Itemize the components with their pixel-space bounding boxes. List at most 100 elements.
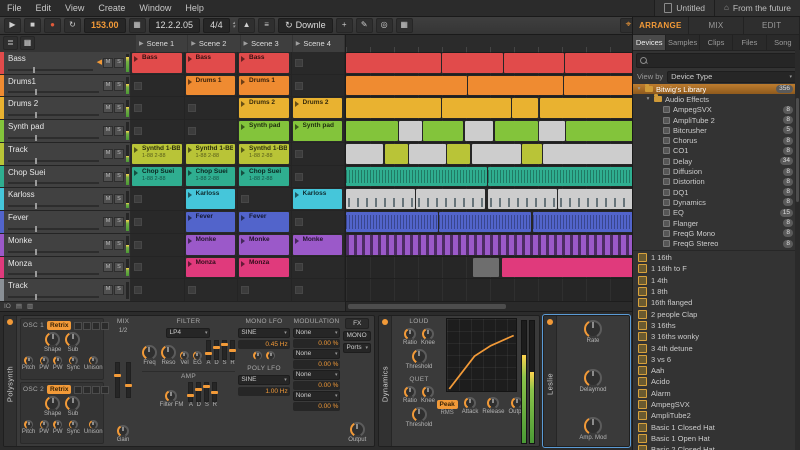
mute-button[interactable]: M [103, 285, 113, 296]
filter-mode-dropdown[interactable]: LP4 ▾ [166, 328, 211, 338]
tree-item-eq[interactable]: EQ 15 [633, 208, 800, 218]
r-slider[interactable] [228, 340, 236, 360]
arrangement-clip[interactable] [557, 189, 634, 210]
mute-button[interactable]: M [103, 239, 113, 250]
browser-tab-samples[interactable]: Samples [666, 35, 700, 50]
clip-slot[interactable]: Drums 2 [291, 97, 345, 120]
mod-amount-value[interactable]: 0.00 % [292, 360, 341, 369]
track-header[interactable]: Track M S [0, 279, 131, 302]
track-volume-slider[interactable] [8, 112, 99, 119]
arrangement-clip[interactable] [384, 143, 408, 164]
tempo-display[interactable]: 153.00 [84, 17, 126, 33]
browser-tab-clips[interactable]: Clips [700, 35, 734, 50]
window-tab-from-the-future[interactable]: ⌂ From the future [714, 0, 800, 16]
solo-button[interactable]: S [114, 194, 124, 205]
mod-amount-value[interactable]: 0.00 % [292, 381, 341, 390]
file-item-2-people-clap[interactable]: 2 people Clap [633, 308, 800, 319]
pitch-knob[interactable] [24, 356, 34, 365]
session-clip[interactable]: Drums 2 [292, 98, 342, 119]
arrangement-clip[interactable] [439, 212, 532, 232]
track-header[interactable]: Monke M S [0, 233, 131, 256]
osc2-waveform-selector[interactable] [74, 385, 110, 394]
tree-item-flanger[interactable]: Flanger 8 [633, 218, 800, 228]
solo-button[interactable]: S [114, 148, 124, 159]
poly-lfo-rate[interactable]: 1.00 Hz [238, 387, 290, 396]
arrangement-clip[interactable] [346, 143, 384, 164]
clip-slot[interactable] [291, 211, 345, 233]
track-header[interactable]: Drums1 M S [0, 74, 131, 97]
clip-slot[interactable] [291, 256, 345, 279]
track-header[interactable]: Track M S [0, 142, 131, 165]
menu-help[interactable]: Help [178, 3, 211, 13]
arrangement-clip[interactable] [423, 121, 464, 141]
session-clip[interactable]: Synth pad [239, 121, 289, 141]
vel-knob[interactable] [179, 351, 189, 360]
track-header[interactable]: Monza M S [0, 256, 131, 279]
arrangement-clip[interactable] [442, 98, 512, 119]
a-slider[interactable] [204, 340, 212, 360]
device-leslie[interactable]: Leslie Rate Delaymod Amp. Mod [542, 314, 631, 448]
clip-slot[interactable]: Monke [238, 233, 292, 256]
file-item-3-vs-6[interactable]: 3 vs 6 [633, 354, 800, 365]
file-item-3-4th-detune[interactable]: 3 4th detune [633, 342, 800, 353]
search-box[interactable] [636, 53, 797, 68]
solo-button[interactable]: S [114, 103, 124, 114]
solo-button[interactable]: S [114, 57, 124, 68]
file-item-1-4th[interactable]: 1 4th [633, 275, 800, 286]
output-knob[interactable] [349, 422, 365, 437]
file-item-ampegsvx[interactable]: AmpegSVX [633, 399, 800, 410]
scene-header-scene-1[interactable]: ▶ Scene 1 [136, 34, 188, 52]
loop-button[interactable]: ↻ [64, 17, 81, 33]
osc1-preset-chip[interactable]: Retrix [47, 321, 72, 330]
session-clip[interactable]: Karloss [185, 189, 235, 210]
file-item-16th-flanged[interactable]: 16th flanged [633, 297, 800, 308]
arrangement-clip[interactable] [346, 121, 398, 141]
session-clip[interactable]: Fever [239, 212, 289, 232]
arrangement-clip[interactable] [487, 189, 557, 210]
solo-button[interactable]: S [114, 80, 124, 91]
session-clip[interactable]: Monke [292, 234, 342, 255]
track-volume-slider[interactable] [8, 180, 99, 187]
sync-knob[interactable] [68, 356, 78, 365]
d-slider[interactable] [195, 382, 203, 402]
arrangement-clip[interactable] [447, 143, 471, 164]
horizontal-scrollbar[interactable] [346, 301, 634, 311]
record-mode-icon[interactable]: ◎ [375, 17, 393, 33]
d-slider[interactable] [212, 340, 220, 360]
track-volume-slider[interactable] [8, 134, 99, 141]
clip-slot[interactable]: Monza [184, 256, 238, 279]
arrangement-clip[interactable] [346, 75, 467, 96]
release-knob[interactable] [487, 397, 500, 409]
unison-knob[interactable] [88, 420, 98, 429]
arrangement-clip[interactable] [538, 121, 565, 141]
arrangement-clip[interactable] [521, 143, 542, 164]
mod-amount-value[interactable]: 0.00 % [292, 402, 341, 411]
session-clip[interactable]: Monke [185, 234, 235, 255]
grid-icon[interactable]: ▦ [128, 17, 146, 33]
browser-scrollbar[interactable] [795, 50, 800, 450]
arrangement-clip[interactable] [539, 98, 634, 119]
mute-button[interactable]: M [103, 80, 113, 91]
session-clip[interactable]: Karloss [292, 189, 342, 210]
filter-fm-knob[interactable] [165, 390, 178, 402]
io-toggle-icon[interactable]: ▤ [16, 302, 22, 311]
clip-slot[interactable]: Chop Suei 1-88 2-88 [131, 165, 185, 188]
session-clip[interactable]: Chop Suei 1-88 2-88 [185, 166, 235, 187]
arrangement-clip[interactable] [472, 257, 499, 278]
grid-view-icon[interactable]: ▦ [20, 36, 35, 50]
s-slider[interactable] [203, 382, 211, 402]
tree-item-ampegsvx[interactable]: AmpegSVX 8 [633, 105, 800, 115]
clip-slot[interactable] [131, 97, 185, 120]
signature-stepper[interactable]: ▴ ▾ [233, 21, 236, 30]
tree-item-co1[interactable]: CO1 8 [633, 146, 800, 156]
track-header[interactable]: Chop Suei M S [0, 165, 131, 188]
mod-source-dropdown[interactable]: None ▾ [292, 370, 341, 380]
mute-button[interactable]: M [103, 262, 113, 273]
arrangement-clip[interactable] [566, 121, 634, 141]
clip-slot[interactable] [131, 233, 185, 256]
track-volume-slider[interactable] [8, 248, 99, 255]
clip-slot[interactable] [131, 256, 185, 279]
clip-slot[interactable] [184, 120, 238, 142]
track-header[interactable]: Karloss M S [0, 188, 131, 211]
osc1-waveform-selector[interactable] [74, 321, 110, 330]
